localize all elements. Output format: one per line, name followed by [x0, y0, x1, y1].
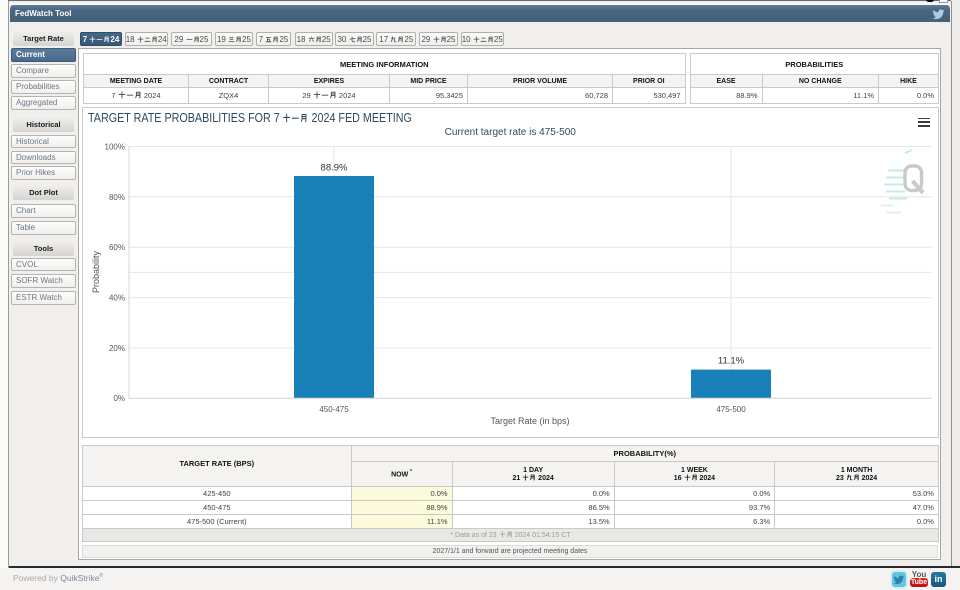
svg-text:0%: 0%	[113, 394, 125, 403]
svg-text:475-500: 475-500	[716, 405, 746, 414]
svg-text:Probability: Probability	[91, 250, 101, 293]
svg-text:40%: 40%	[109, 293, 125, 302]
svg-text:11.1%: 11.1%	[718, 355, 745, 366]
svg-text:80%: 80%	[109, 192, 125, 201]
svg-text:100%: 100%	[105, 142, 125, 151]
svg-text:60%: 60%	[109, 243, 125, 252]
svg-text:88.9%: 88.9%	[321, 162, 348, 173]
svg-text:Target Rate (in bps): Target Rate (in bps)	[490, 416, 569, 426]
svg-text:450-475: 450-475	[319, 405, 349, 414]
svg-text:20%: 20%	[109, 343, 125, 352]
